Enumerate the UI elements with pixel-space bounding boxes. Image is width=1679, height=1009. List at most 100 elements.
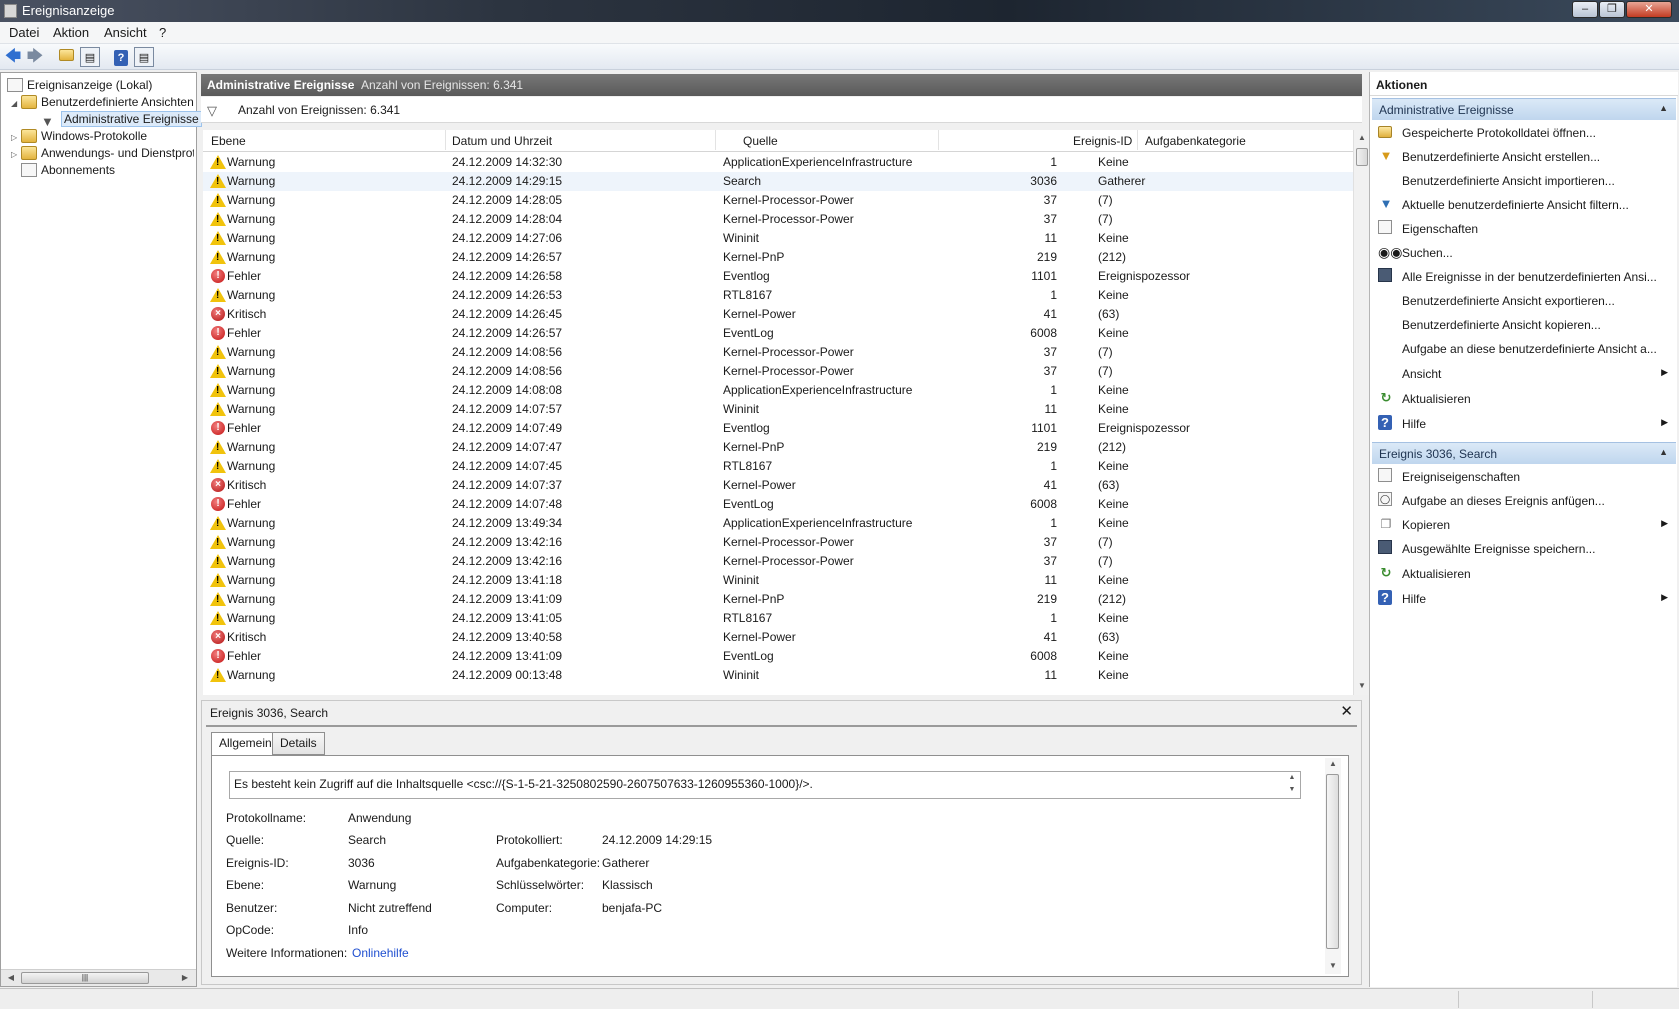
help-icon[interactable]: ? [111,47,131,67]
collapse-up-icon[interactable]: ▲ [1659,447,1668,457]
action-filter-current-view[interactable]: ▼ Aktuelle benutzerdefinierte Ansicht fi… [1372,194,1676,216]
close-button[interactable]: ✕ [1626,1,1672,18]
scrollbar-thumb[interactable] [1356,148,1368,166]
menu-ansicht[interactable]: Ansicht [104,25,147,40]
table-row[interactable]: × Kritisch 24.12.2009 13:40:58 Kernel-Power… [203,628,1353,647]
column-header-task-category[interactable]: Aufgabenkategorie [1145,134,1246,148]
column-divider[interactable] [445,130,446,150]
table-row[interactable]: × Kritisch 24.12.2009 14:26:45 Kernel-Power… [203,305,1353,324]
menu-help[interactable]: ? [159,25,166,40]
table-row[interactable]: Warnung 24.12.2009 13:41:18 Wininit 11 Keine [203,571,1353,590]
table-row[interactable]: Warnung 24.12.2009 13:41:05 RTL8167 1 Keine [203,609,1353,628]
show-hide-tree-icon[interactable]: ▤ [80,47,100,67]
scrollbar-thumb[interactable] [1326,774,1339,949]
action-view-submenu[interactable]: Ansicht ▶ [1372,363,1676,385]
tab-details[interactable]: Details [272,732,325,755]
scroll-left-arrow-icon[interactable]: ◀ [3,973,19,982]
table-row[interactable]: ! Fehler 24.12.2009 14:07:49 Eventlog 1101 Er… [203,419,1353,438]
column-header-datetime[interactable]: Datum und Uhrzeit [452,134,552,148]
forward-arrow-icon[interactable]: 🡆 [25,47,45,67]
table-row[interactable]: Warnung 24.12.2009 14:08:08 ApplicationExp… [203,381,1353,400]
scroll-down-arrow-icon[interactable]: ▼ [1354,681,1370,690]
column-header-level[interactable]: Ebene [211,134,246,148]
table-row[interactable]: Warnung 24.12.2009 13:42:16 Kernel-Process… [203,533,1353,552]
action-open-saved-log[interactable]: Gespeicherte Protokolldatei öffnen... [1372,122,1676,144]
tree-horizontal-scrollbar[interactable]: ◀ ||| ▶ [1,969,196,986]
show-hide-action-pane-icon[interactable]: ▤ [134,47,154,67]
table-row[interactable]: ! Fehler 24.12.2009 14:26:57 EventLog 6008 Ke… [203,324,1353,343]
table-row[interactable]: Warnung 24.12.2009 14:28:04 Kernel-Process… [203,210,1353,229]
scroll-up-arrow-icon[interactable]: ▲ [1325,759,1341,768]
cell-datetime: 24.12.2009 00:13:48 [452,668,563,682]
menu-datei[interactable]: Datei [9,25,39,40]
action-refresh-event[interactable]: ↻ Aktualisieren [1372,563,1676,585]
column-divider[interactable] [1137,130,1138,150]
expand-arrow-icon[interactable]: ▷ [11,150,21,159]
table-row[interactable]: Warnung 24.12.2009 13:42:16 Kernel-Process… [203,552,1353,571]
scroll-down-arrow-icon[interactable]: ▼ [1325,961,1341,970]
action-event-properties[interactable]: Ereigniseigenschaften [1372,466,1676,488]
table-row[interactable]: Warnung 24.12.2009 14:08:56 Kernel-Process… [203,362,1353,381]
collapse-up-icon[interactable]: ▲ [1659,103,1668,113]
table-row[interactable]: Warnung 24.12.2009 14:07:57 Wininit 11 Keine [203,400,1353,419]
collapse-arrow-icon[interactable]: ◢ [11,99,21,108]
action-find[interactable]: ◉◉ Suchen... [1372,242,1676,264]
table-row[interactable]: × Kritisch 24.12.2009 14:07:37 Kernel-Power… [203,476,1353,495]
scroll-up-arrow-icon[interactable]: ▲ [1354,133,1370,142]
action-save-all-events[interactable]: Alle Ereignisse in der benutzerdefiniert… [1372,266,1676,288]
action-copy-custom-view[interactable]: Benutzerdefinierte Ansicht kopieren... [1372,314,1676,336]
back-arrow-icon[interactable]: 🡄 [3,47,23,67]
table-row[interactable]: Warnung 24.12.2009 14:07:45 RTL8167 1 Keine [203,457,1353,476]
action-save-selected-events[interactable]: Ausgewählte Ereignisse speichern... [1372,538,1676,560]
scrollbar-thumb[interactable]: ||| [21,972,149,984]
minimize-button[interactable]: – [1572,1,1598,18]
action-create-custom-view[interactable]: ▼ Benutzerdefinierte Ansicht erstellen..… [1372,146,1676,168]
tree-item-app-service-logs[interactable]: ▷Anwendungs- und Dienstprotokolle [11,146,194,164]
menu-aktion[interactable]: Aktion [53,25,89,40]
table-row[interactable]: Warnung 24.12.2009 00:13:48 Wininit 11 Keine [203,666,1353,685]
table-row[interactable]: Warnung 24.12.2009 14:08:56 Kernel-Process… [203,343,1353,362]
expand-arrow-icon[interactable]: ▷ [11,133,21,142]
tab-allgemein[interactable]: Allgemein [211,732,280,756]
action-copy-submenu[interactable]: ❐ Kopieren ▶ [1372,514,1676,536]
column-divider[interactable] [938,130,939,150]
event-table-scrollbar[interactable]: ▲ ▼ [1353,130,1370,695]
action-help-submenu[interactable]: ? Hilfe ▶ [1372,413,1676,435]
table-row[interactable]: Warnung 24.12.2009 13:49:34 ApplicationExp… [203,514,1353,533]
scroll-right-arrow-icon[interactable]: ▶ [177,973,193,982]
event-message-box[interactable]: Es besteht kein Zugriff auf die Inhaltsq… [229,771,1301,799]
table-row[interactable]: Warnung 24.12.2009 13:41:09 Kernel-PnP 219 (… [203,590,1353,609]
table-row[interactable]: ! Fehler 24.12.2009 14:26:58 Eventlog 1101 Er… [203,267,1353,286]
action-attach-task-view[interactable]: Aufgabe an diese benutzerdefinierte Ansi… [1372,338,1676,360]
action-section-event[interactable]: Ereignis 3036, Search ▲ [1372,442,1676,464]
table-row[interactable]: Warnung 24.12.2009 14:32:30 ApplicationExp… [203,153,1353,172]
action-help-event-submenu[interactable]: ? Hilfe ▶ [1372,588,1676,610]
action-import-custom-view[interactable]: Benutzerdefinierte Ansicht importieren..… [1372,170,1676,192]
action-export-custom-view[interactable]: Benutzerdefinierte Ansicht exportieren..… [1372,290,1676,312]
close-icon[interactable]: ✕ [1340,702,1353,720]
tree-item-subscriptions[interactable]: Abonnements [21,163,115,181]
column-divider[interactable] [715,130,716,150]
action-attach-task-event[interactable]: ◯ Aufgabe an dieses Ereignis anfügen... [1372,490,1676,512]
maximize-button[interactable]: ❐ [1599,1,1625,18]
online-help-link[interactable]: Onlinehilfe [352,946,409,960]
table-row[interactable]: ! Fehler 24.12.2009 14:07:48 EventLog 6008 Ke… [203,495,1353,514]
column-header-event-id[interactable]: Ereignis-ID [1073,134,1132,148]
table-row[interactable]: ! Fehler 24.12.2009 13:41:09 EventLog 6008 Ke… [203,647,1353,666]
action-refresh[interactable]: ↻ Aktualisieren [1372,388,1676,410]
action-section-admin-events[interactable]: Administrative Ereignisse ▲ [1372,98,1676,120]
message-scrollbar[interactable]: ▲ ▼ [1284,772,1300,798]
column-header-source[interactable]: Quelle [743,134,778,148]
tree-item-windows-logs[interactable]: ▷ Windows-Protokolle [11,129,147,147]
table-row[interactable]: Warnung 24.12.2009 14:28:05 Kernel-Process… [203,191,1353,210]
tree-item-admin-events[interactable]: ▼ Administrative Ereignisse [41,111,202,130]
table-row[interactable]: Warnung 24.12.2009 14:26:57 Kernel-PnP 219 (… [203,248,1353,267]
table-row[interactable]: Warnung 24.12.2009 14:26:53 RTL8167 1 Keine [203,286,1353,305]
table-row[interactable]: Warnung 24.12.2009 14:07:47 Kernel-PnP 219 (… [203,438,1353,457]
detail-scrollbar[interactable]: ▲ ▼ [1325,758,1341,974]
table-row[interactable]: Warnung 24.12.2009 14:27:06 Wininit 11 Keine [203,229,1353,248]
up-folder-icon[interactable] [56,47,76,67]
table-row[interactable]: Warnung 24.12.2009 14:29:15 Search 3036 Gath… [203,172,1353,191]
tree-item-ereignisanzeige[interactable]: Ereignisanzeige (Lokal) [7,78,152,96]
action-properties[interactable]: Eigenschaften [1372,218,1676,240]
